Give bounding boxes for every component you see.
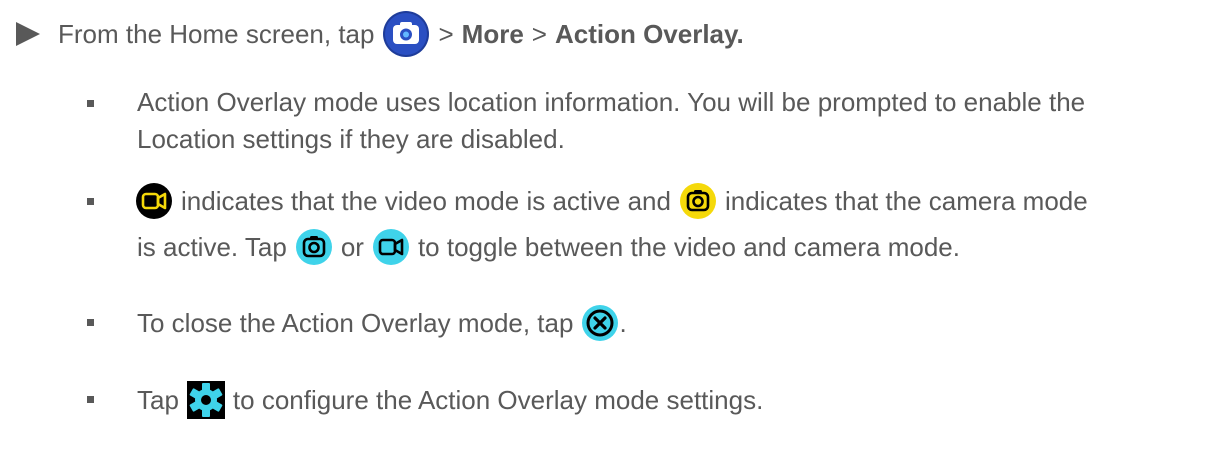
bullet-1-text-2: Location settings if they are disabled.: [137, 124, 565, 154]
step-more: More: [461, 18, 524, 49]
camera-app-icon: [382, 10, 430, 58]
step-arrow: [16, 22, 40, 46]
step-text-pre: From the Home screen, tap: [58, 18, 375, 49]
bullet-2-text-post: to toggle between the video and camera m…: [417, 231, 960, 262]
step-instruction: From the Home screen, tap > More > Actio…: [58, 10, 744, 58]
bullet-2-text-end: indicates that the camera mode: [724, 185, 1088, 216]
step-action-overlay: Action Overlay.: [554, 18, 744, 49]
bullet-4-text-pre: Tap: [137, 384, 179, 415]
bullet-2-text-or: or: [340, 231, 364, 262]
bullet-marker-2: [87, 198, 94, 205]
video-mode-icon: [372, 228, 410, 266]
bullet-4-line: Tap to configure the Action Overlay mode…: [137, 381, 763, 419]
bullet-marker-1: [87, 100, 94, 107]
bullet-marker-4: [87, 396, 94, 403]
bullet-3-line: To close the Action Overlay mode, tap .: [137, 304, 627, 342]
bullet-4-text-post: to configure the Action Overlay mode set…: [232, 384, 764, 415]
bullet-2-line-2: is active. Tap or to toggle between the …: [137, 228, 960, 266]
bullet-3-text-pre: To close the Action Overlay mode, tap: [137, 307, 574, 338]
bullet-2-text-mid: indicates that the video mode is active …: [181, 185, 671, 216]
bullet-1-line-2: Location settings if they are disabled.: [137, 124, 565, 155]
step-sep-2: >: [531, 18, 547, 49]
bullet-2-line-1: indicates that the video mode is active …: [135, 182, 1088, 220]
camera-mode-icon: [295, 228, 333, 266]
camera-mode-icon: [679, 182, 717, 220]
bullet-2-text-pre: is active. Tap: [137, 231, 287, 262]
bullet-1-text-1: Action Overlay mode uses location inform…: [137, 87, 1086, 117]
close-icon: [581, 304, 619, 342]
settings-gear-icon: [186, 381, 225, 419]
bullet-marker-3: [87, 319, 94, 326]
step-sep-1: >: [438, 18, 454, 49]
bullet-3-text-post: .: [619, 307, 627, 338]
video-mode-icon: [135, 182, 173, 220]
bullet-1-line-1: Action Overlay mode uses location inform…: [137, 87, 1085, 118]
